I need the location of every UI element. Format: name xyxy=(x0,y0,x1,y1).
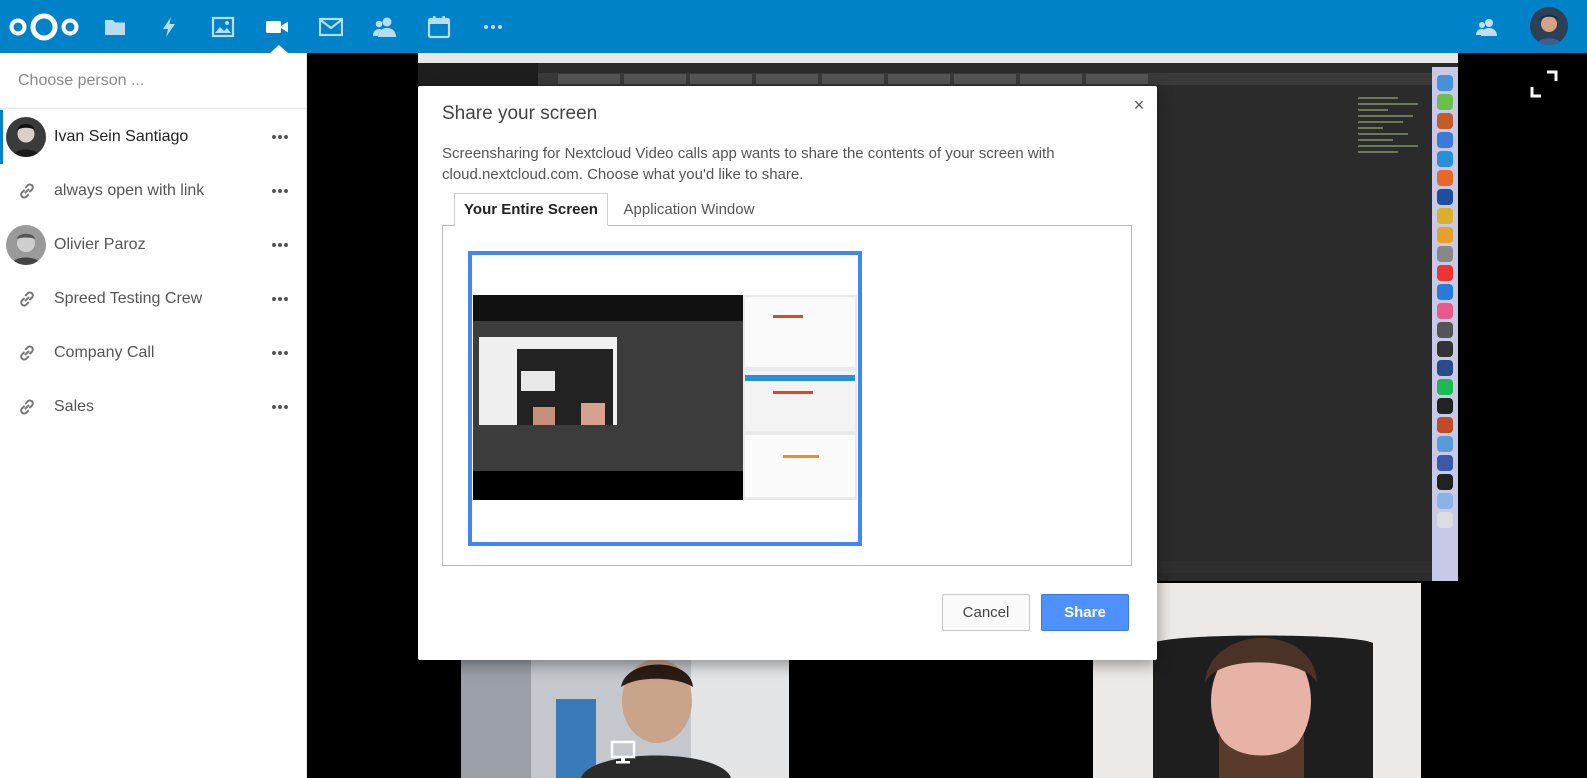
more-horizontal-icon[interactable] xyxy=(268,341,292,365)
more-icon[interactable] xyxy=(480,14,506,40)
share-screen-dialog: Share your screen × Screensharing for Ne… xyxy=(418,86,1157,660)
shared-screen-tab xyxy=(888,74,950,84)
link-icon xyxy=(20,399,34,415)
conversation-item-ivan-sein-santiago[interactable]: Ivan Sein Santiago xyxy=(0,110,306,164)
link-icon xyxy=(20,183,34,199)
fullscreen-icon[interactable] xyxy=(1529,69,1559,99)
envelope-icon[interactable] xyxy=(318,14,344,40)
shared-screen-tab xyxy=(954,74,1016,84)
nextcloud-logo[interactable] xyxy=(6,12,82,42)
dialog-description: Screensharing for Nextcloud Video calls … xyxy=(442,145,1055,183)
conversation-item-company-call[interactable]: Company Call xyxy=(0,326,306,380)
user-avatar[interactable] xyxy=(1530,7,1568,45)
conversation-label: Spreed Testing Crew xyxy=(54,290,203,307)
shared-screen-tab xyxy=(1086,74,1148,84)
contacts-menu-icon[interactable] xyxy=(1475,15,1499,39)
choose-person-input[interactable] xyxy=(0,53,306,109)
conversation-item-always-open-with-link[interactable]: always open with link xyxy=(0,164,306,218)
conversation-label: Olivier Paroz xyxy=(54,236,146,253)
shared-screen-minimap xyxy=(1358,93,1428,213)
share-button[interactable]: Share xyxy=(1041,594,1129,631)
shared-screen-statusbar xyxy=(1158,561,1432,573)
conversation-item-sales[interactable]: Sales xyxy=(0,380,306,434)
conversation-label: Company Call xyxy=(54,344,155,361)
video-camera-icon[interactable] xyxy=(264,14,290,40)
more-horizontal-icon[interactable] xyxy=(268,395,292,419)
more-horizontal-icon[interactable] xyxy=(268,179,292,203)
calendar-icon[interactable] xyxy=(426,14,452,40)
tab-application-window[interactable]: Application Window xyxy=(614,193,764,226)
image-icon[interactable] xyxy=(210,14,236,40)
dialog-title: Share your screen xyxy=(442,103,598,124)
cancel-button[interactable]: Cancel xyxy=(942,594,1030,631)
avatar xyxy=(6,117,46,157)
shared-screen-dock xyxy=(1432,67,1458,581)
contacts-icon[interactable] xyxy=(372,14,398,40)
tab-entire-screen[interactable]: Your Entire Screen xyxy=(454,193,608,226)
more-horizontal-icon[interactable] xyxy=(268,125,292,149)
active-app-indicator xyxy=(270,45,288,53)
more-horizontal-icon[interactable] xyxy=(268,233,292,257)
shared-screen-tab xyxy=(1020,74,1082,84)
screen-selection-panel xyxy=(442,225,1132,566)
conversation-sidebar: Ivan Sein Santiago always open with link… xyxy=(0,53,307,778)
lightning-icon[interactable] xyxy=(156,14,182,40)
conversation-label: always open with link xyxy=(54,182,205,199)
screen-share-icon xyxy=(610,740,636,764)
shared-screen-tab xyxy=(822,74,884,84)
avatar xyxy=(6,225,46,265)
top-header xyxy=(0,0,1587,53)
entire-screen-thumbnail[interactable] xyxy=(468,251,862,546)
shared-screen-tab xyxy=(690,74,752,84)
thumbnail-preview xyxy=(473,295,857,500)
shared-screen-tab xyxy=(558,74,620,84)
shared-screen-tab xyxy=(756,74,818,84)
shared-screen-tab xyxy=(624,74,686,84)
link-icon xyxy=(20,291,34,307)
link-icon xyxy=(20,345,34,361)
shared-screen-menubar xyxy=(418,53,1458,63)
conversation-label: Sales xyxy=(54,398,95,415)
folder-icon[interactable] xyxy=(102,14,128,40)
close-icon[interactable]: × xyxy=(1129,95,1149,115)
conversation-item-olivier-paroz[interactable]: Olivier Paroz xyxy=(0,218,306,272)
conversation-item-spreed-testing-crew[interactable]: Spreed Testing Crew xyxy=(0,272,306,326)
conversation-label: Ivan Sein Santiago xyxy=(54,128,189,145)
more-horizontal-icon[interactable] xyxy=(268,287,292,311)
